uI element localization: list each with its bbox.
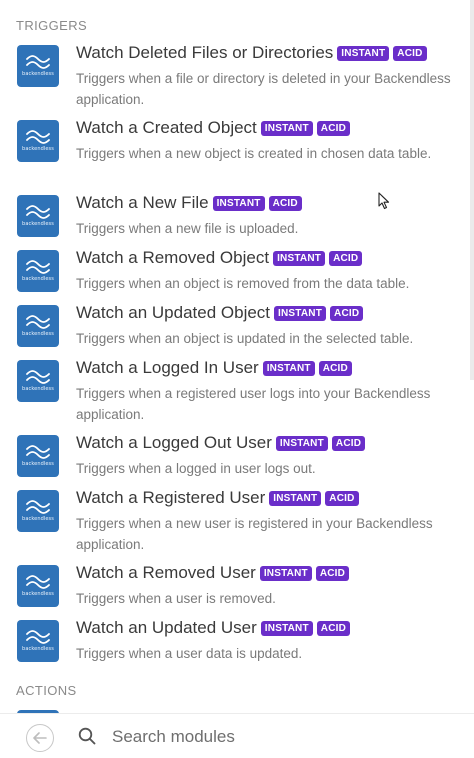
module-title-text: Watch an Updated User	[76, 618, 257, 637]
module-title: Watch a Removed User INSTANT ACID	[76, 563, 350, 583]
instant-badge: INSTANT	[337, 45, 390, 61]
instant-badge: INSTANT	[269, 490, 322, 506]
search-footer	[0, 713, 474, 758]
backendless-logo-icon: backendless	[17, 360, 59, 402]
backendless-logo-icon: backendless	[17, 120, 59, 162]
module-description: Triggers when a user is removed.	[76, 591, 276, 606]
logo-text: backendless	[22, 646, 54, 652]
module-title: Watch a Created Object INSTANT ACID	[76, 118, 351, 138]
module-title-text: Watch a Removed Object	[76, 248, 270, 267]
module-title: Watch a New File INSTANT ACID	[76, 193, 302, 213]
search-icon	[78, 727, 96, 745]
module-title: Watch a Removed Object INSTANT ACID	[76, 248, 363, 268]
instant-badge: INSTANT	[260, 620, 313, 636]
acid-badge: ACID	[315, 565, 350, 581]
module-description: Triggers when a new file is uploaded.	[76, 221, 299, 236]
backendless-logo-icon: backendless	[17, 195, 59, 237]
module-title: Watch a Logged Out User INSTANT ACID	[76, 433, 366, 453]
module-description: Triggers when an object is updated in th…	[76, 331, 414, 346]
module-title-text: Watch a Created Object	[76, 118, 257, 137]
module-description: Triggers when a file or directory is del…	[76, 71, 451, 107]
module-picker: TRIGGERS backendless Watch Deleted Files…	[0, 0, 474, 758]
acid-badge: ACID	[330, 305, 364, 321]
module-title: Watch an Updated User INSTANT ACID	[76, 618, 351, 638]
acid-badge: ACID	[318, 360, 352, 376]
logo-text: backendless	[22, 276, 54, 282]
module-description: Triggers when a new user is registered i…	[76, 516, 433, 552]
instant-badge: INSTANT	[212, 195, 265, 211]
module-title: Watch a Registered User INSTANT ACID	[76, 488, 359, 508]
section-title-triggers: TRIGGERS	[16, 18, 88, 33]
logo-text: backendless	[22, 591, 54, 597]
backendless-logo-icon: backendless	[17, 435, 59, 477]
back-arrow-icon	[33, 732, 47, 744]
instant-badge: INSTANT	[260, 120, 313, 136]
search-input[interactable]	[112, 724, 442, 750]
module-title: Watch an Updated Object INSTANT ACID	[76, 303, 364, 323]
backendless-logo-icon: backendless	[17, 250, 59, 292]
module-title-text: Watch Deleted Files or Directories	[76, 43, 334, 62]
module-title-text: Watch a Logged In User	[76, 358, 259, 377]
module-title-text: Watch a New File	[76, 193, 209, 212]
backendless-logo-icon: backendless	[17, 490, 59, 532]
acid-badge: ACID	[316, 120, 351, 136]
acid-badge: ACID	[325, 490, 359, 506]
instant-badge: INSTANT	[273, 250, 326, 266]
scrollbar[interactable]	[470, 0, 474, 380]
backendless-logo-icon: backendless	[17, 305, 59, 347]
logo-text: backendless	[22, 71, 54, 77]
instant-badge: INSTANT	[274, 305, 327, 321]
module-description: Triggers when a user data is updated.	[76, 646, 303, 661]
section-title-actions: ACTIONS	[16, 683, 77, 698]
backendless-logo-icon: backendless	[17, 620, 59, 662]
acid-badge: ACID	[329, 250, 363, 266]
module-title: Watch Deleted Files or Directories INSTA…	[76, 43, 427, 63]
acid-badge: ACID	[268, 195, 302, 211]
acid-badge: ACID	[316, 620, 351, 636]
module-title-text: Watch a Logged Out User	[76, 433, 272, 452]
acid-badge: ACID	[331, 435, 366, 451]
back-button[interactable]	[26, 724, 54, 752]
mouse-cursor-icon	[378, 192, 390, 210]
module-title: Watch a Logged In User INSTANT ACID	[76, 358, 352, 378]
module-description: Triggers when a new object is created in…	[76, 146, 432, 161]
logo-text: backendless	[22, 386, 54, 392]
backendless-logo-icon: backendless	[17, 45, 59, 87]
instant-badge: INSTANT	[275, 435, 328, 451]
module-title-text: Watch a Registered User	[76, 488, 266, 507]
logo-text: backendless	[22, 146, 54, 152]
module-title-text: Watch an Updated Object	[76, 303, 271, 322]
module-description: Triggers when an object is removed from …	[76, 276, 410, 291]
module-description: Triggers when a logged in user logs out.	[76, 461, 316, 476]
module-title-text: Watch a Removed User	[76, 563, 256, 582]
logo-text: backendless	[22, 221, 54, 227]
instant-badge: INSTANT	[262, 360, 315, 376]
logo-text: backendless	[22, 331, 54, 337]
backendless-logo-icon: backendless	[17, 565, 59, 607]
logo-text: backendless	[22, 461, 54, 467]
logo-text: backendless	[22, 516, 54, 522]
instant-badge: INSTANT	[259, 565, 312, 581]
module-description: Triggers when a registered user logs int…	[76, 386, 431, 422]
acid-badge: ACID	[393, 45, 427, 61]
